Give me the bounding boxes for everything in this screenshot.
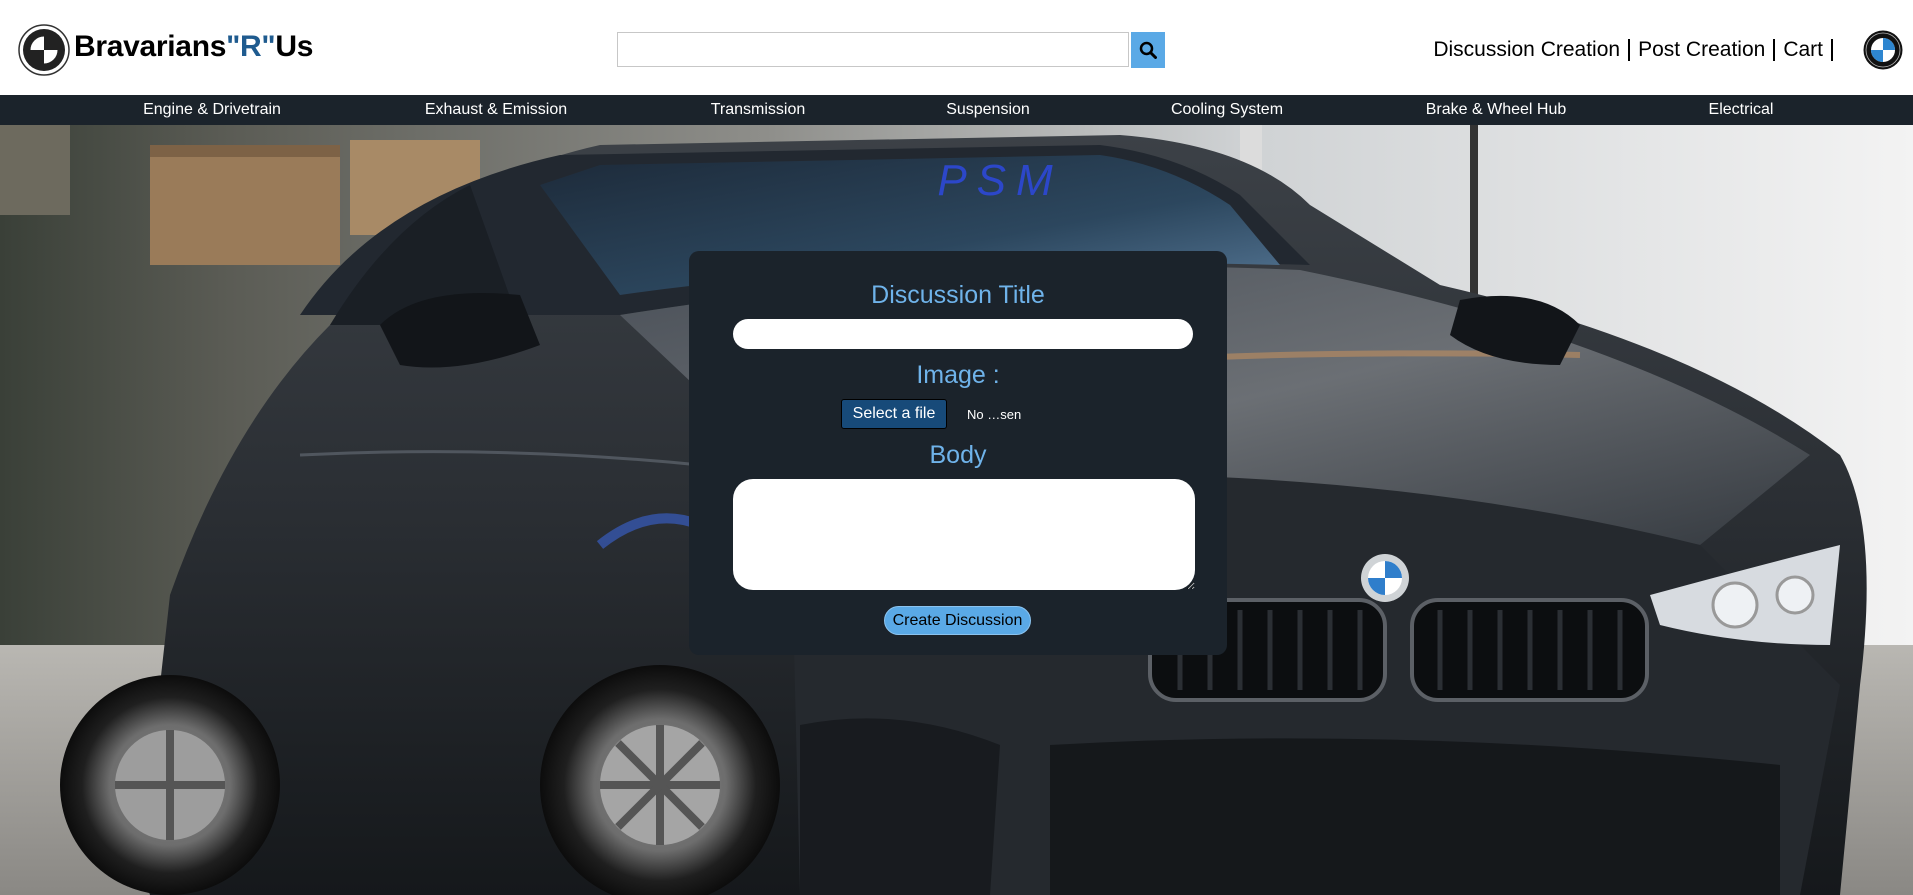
nav-item-suspension[interactable]: Suspension bbox=[946, 101, 1030, 119]
brand-text-1: Bravarians bbox=[74, 30, 227, 63]
nav-item-engine-drivetrain[interactable]: Engine & Drivetrain bbox=[143, 101, 281, 119]
post-creation-link[interactable]: Post Creation bbox=[1638, 38, 1765, 62]
create-discussion-button[interactable]: Create Discussion bbox=[884, 606, 1031, 635]
site-brand[interactable]: Bravarians"R"Us bbox=[74, 30, 313, 64]
account-roundel-icon[interactable] bbox=[1863, 30, 1903, 70]
discussion-creation-link[interactable]: Discussion Creation bbox=[1433, 38, 1620, 62]
image-label: Image : bbox=[916, 361, 1000, 389]
site-header: Bravarians"R"Us Discussion Creation Post… bbox=[0, 0, 1913, 95]
brand-text-3: Us bbox=[275, 30, 314, 63]
brand-text-2: "R" bbox=[226, 30, 276, 63]
search-button[interactable] bbox=[1131, 32, 1165, 68]
roundel-logo-icon[interactable] bbox=[18, 24, 70, 76]
file-status-text: No …sen bbox=[967, 407, 1022, 422]
body-textarea[interactable] bbox=[733, 479, 1195, 590]
select-file-button[interactable]: Select a file bbox=[841, 399, 947, 429]
link-divider bbox=[1628, 39, 1631, 61]
discussion-form-panel: Discussion Title Image : Select a file N… bbox=[689, 251, 1227, 655]
search-icon bbox=[1139, 41, 1157, 59]
body-label: Body bbox=[929, 441, 987, 469]
link-divider bbox=[1831, 39, 1833, 61]
link-divider bbox=[1773, 39, 1776, 61]
search-input[interactable] bbox=[617, 32, 1129, 67]
nav-item-transmission[interactable]: Transmission bbox=[711, 101, 806, 119]
top-links: Discussion Creation Post Creation Cart bbox=[1433, 38, 1841, 62]
nav-item-cooling-system[interactable]: Cooling System bbox=[1171, 101, 1283, 119]
discussion-title-label: Discussion Title bbox=[871, 281, 1045, 309]
category-nav: Engine & Drivetrain Exhaust & Emission T… bbox=[0, 95, 1913, 125]
nav-item-brake-wheel-hub[interactable]: Brake & Wheel Hub bbox=[1426, 101, 1567, 119]
nav-item-exhaust-emission[interactable]: Exhaust & Emission bbox=[425, 101, 567, 119]
search-bar bbox=[617, 32, 1166, 69]
windshield-banner-text: PSM bbox=[937, 156, 1062, 205]
discussion-title-input[interactable] bbox=[733, 319, 1193, 349]
cart-link[interactable]: Cart bbox=[1783, 38, 1823, 62]
nav-item-electrical[interactable]: Electrical bbox=[1709, 101, 1774, 119]
